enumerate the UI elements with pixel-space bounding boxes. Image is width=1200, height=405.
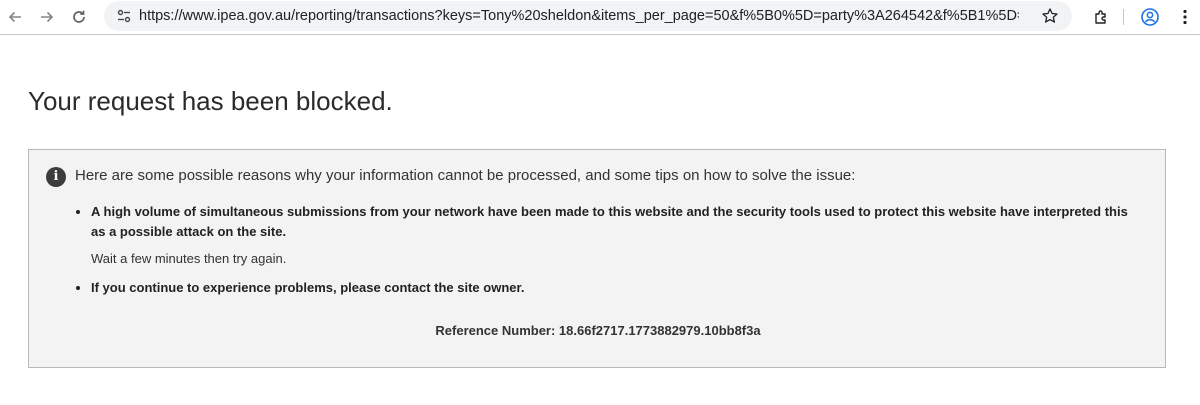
list-item: A high volume of simultaneous submission…: [91, 202, 1131, 266]
url-text[interactable]: https://www.ipea.gov.au/reporting/transa…: [139, 1, 1019, 31]
reason-tip: Wait a few minutes then try again.: [91, 251, 287, 266]
reload-icon[interactable]: [66, 4, 92, 30]
browser-toolbar: https://www.ipea.gov.au/reporting/transa…: [0, 0, 1200, 35]
reference-number: Reference Number: 18.66f2717.1773882979.…: [435, 323, 761, 338]
forward-arrow-icon[interactable]: [34, 4, 60, 30]
notice-intro: Here are some possible reasons why your …: [75, 167, 856, 184]
reason-text: A high volume of simultaneous submission…: [91, 204, 1128, 239]
info-icon: i: [46, 167, 66, 187]
reason-text: If you continue to experience problems, …: [91, 280, 525, 295]
address-bar[interactable]: https://www.ipea.gov.au/reporting/transa…: [104, 1, 1072, 31]
more-menu-icon[interactable]: [1172, 4, 1198, 30]
back-arrow-icon[interactable]: [2, 4, 28, 30]
page-title: Your request has been blocked.: [28, 86, 393, 116]
profile-avatar-icon[interactable]: [1137, 4, 1163, 30]
site-settings-icon[interactable]: [114, 6, 134, 26]
bookmark-star-icon[interactable]: [1040, 6, 1060, 26]
toolbar-divider: [1123, 9, 1124, 25]
reasons-list: A high volume of simultaneous submission…: [77, 202, 1131, 298]
blocked-notice-box: i Here are some possible reasons why you…: [28, 149, 1166, 368]
list-item: If you continue to experience problems, …: [91, 278, 1131, 298]
extensions-icon[interactable]: [1088, 4, 1114, 30]
